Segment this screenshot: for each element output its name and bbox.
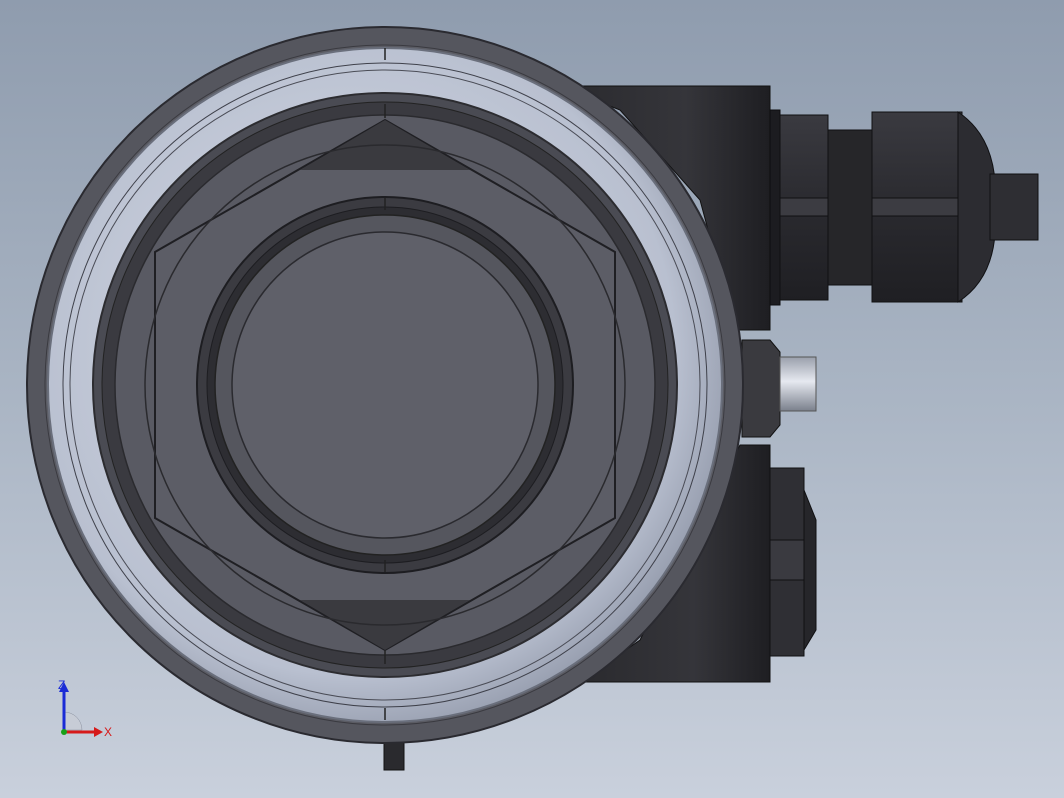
- connector-stud: [741, 339, 817, 438]
- cable-gland: [769, 109, 1039, 306]
- 3d-model-view[interactable]: [0, 0, 1064, 798]
- x-axis-label: X: [104, 725, 112, 739]
- cad-viewport[interactable]: Z X: [0, 0, 1064, 798]
- bottom-tab: [383, 739, 405, 771]
- triad-sector: [63, 711, 83, 731]
- sensor-cap: [196, 196, 574, 574]
- coordinate-triad: Z X: [58, 678, 112, 739]
- blanking-plug: [769, 467, 817, 657]
- y-axis: [61, 729, 67, 735]
- z-axis-label: Z: [58, 678, 65, 692]
